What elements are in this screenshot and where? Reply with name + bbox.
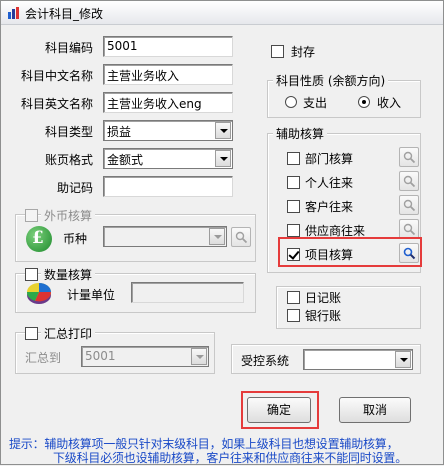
format-value: 金额式 — [107, 153, 144, 167]
controlled-label: 受控系统 — [241, 354, 290, 368]
title-bar: 会计科目_修改 — [1, 1, 443, 25]
chevron-down-icon[interactable] — [209, 228, 225, 245]
controlled-select[interactable] — [303, 349, 413, 370]
search-icon — [403, 151, 416, 164]
aux-dept-checkbox[interactable] — [287, 152, 300, 165]
seal-label: 封存 — [291, 45, 316, 59]
journal-checkbox[interactable] — [287, 291, 300, 304]
account-edit-dialog: 会计科目_修改 科目编码 5001 科目中文名称 主营业务收入 科目英文名称 主… — [0, 0, 444, 465]
pound-coin-icon: £ — [26, 226, 52, 252]
unit-input[interactable] — [131, 282, 244, 303]
aux-customer-label: 客户往来 — [305, 200, 354, 214]
foreign-title: 外币核算 — [41, 207, 96, 224]
type-value: 损益 — [107, 125, 132, 139]
aux-dept-label: 部门核算 — [305, 152, 354, 166]
chevron-down-icon[interactable] — [191, 348, 207, 365]
cancel-button[interactable]: 取消 — [339, 397, 411, 423]
hint-line-2: 下级科目必须也设辅助核算，客户往来和供应商往来不能同时设置。 — [53, 451, 408, 465]
nature-income-label: 收入 — [377, 96, 402, 110]
unit-label: 计量单位 — [67, 288, 116, 302]
mnemonic-label: 助记码 — [56, 181, 93, 195]
chevron-down-icon[interactable] — [395, 351, 411, 368]
app-chart-icon — [7, 6, 21, 20]
type-label: 科目类型 — [44, 125, 93, 139]
bank-checkbox[interactable] — [287, 309, 300, 322]
cn-name-input[interactable]: 主营业务收入 — [103, 64, 233, 85]
aux-person-label: 个人往来 — [305, 176, 354, 190]
nature-income-radio[interactable] — [358, 96, 370, 108]
en-name-label: 科目英文名称 — [20, 97, 93, 111]
summary-to-value: 5001 — [85, 349, 116, 363]
cn-name-label: 科目中文名称 — [20, 69, 93, 83]
mnemonic-input[interactable] — [103, 176, 233, 197]
currency-label: 币种 — [63, 232, 88, 246]
search-icon — [403, 199, 416, 212]
code-input[interactable]: 5001 — [103, 36, 233, 57]
pie-chart-icon — [25, 280, 53, 306]
aux-dept-search-button[interactable] — [399, 147, 419, 167]
aux-supplier-checkbox[interactable] — [287, 224, 300, 237]
nature-expense-label: 支出 — [303, 96, 328, 110]
seal-checkbox[interactable] — [271, 45, 284, 58]
aux-person-checkbox[interactable] — [287, 176, 300, 189]
foreign-checkbox[interactable] — [25, 209, 38, 222]
aux-supplier-search-button[interactable] — [399, 219, 419, 239]
search-icon — [235, 231, 248, 244]
project-highlight-box — [278, 237, 422, 267]
ok-highlight-box — [241, 391, 319, 429]
aux-customer-checkbox[interactable] — [287, 200, 300, 213]
code-label: 科目编码 — [44, 41, 93, 55]
en-name-input[interactable]: 主营业务收入eng — [103, 92, 233, 113]
aux-customer-search-button[interactable] — [399, 195, 419, 215]
summary-to-label: 汇总到 — [25, 351, 62, 365]
nature-expense-radio[interactable] — [285, 96, 297, 108]
search-icon — [403, 175, 416, 188]
chevron-down-icon[interactable] — [215, 150, 231, 167]
summary-to-select[interactable]: 5001 — [81, 346, 209, 367]
format-select[interactable]: 金额式 — [103, 148, 233, 169]
currency-select[interactable] — [103, 226, 227, 247]
format-label: 账页格式 — [44, 153, 93, 167]
summary-title: 汇总打印 — [41, 325, 96, 342]
nature-title: 科目性质 (余额方向) — [273, 72, 389, 89]
bank-label: 银行账 — [305, 309, 342, 323]
search-icon — [403, 223, 416, 236]
summary-checkbox[interactable] — [25, 327, 38, 340]
aux-person-search-button[interactable] — [399, 171, 419, 191]
chevron-down-icon[interactable] — [215, 122, 231, 139]
aux-title: 辅助核算 — [273, 125, 328, 142]
currency-search-button[interactable] — [231, 227, 251, 247]
journal-label: 日记账 — [305, 291, 342, 305]
type-select[interactable]: 损益 — [103, 120, 233, 141]
window-title: 会计科目_修改 — [25, 7, 104, 21]
